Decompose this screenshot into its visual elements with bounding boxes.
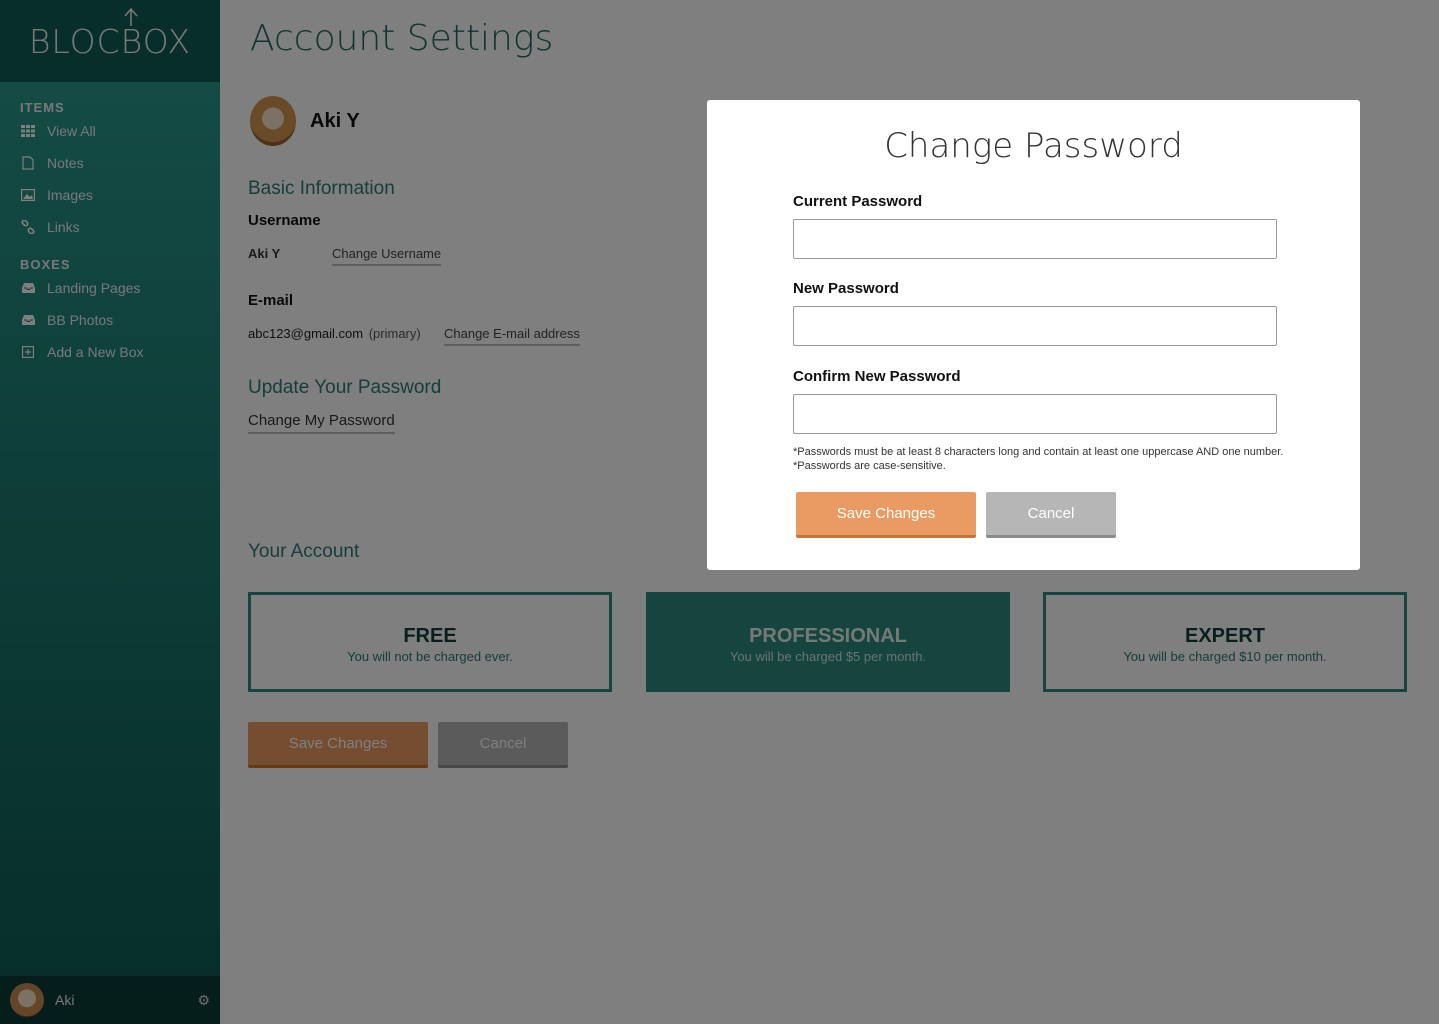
current-password-label: Current Password [793, 193, 923, 210]
password-requirements: *Passwords must be at least 8 characters… [793, 445, 1283, 473]
confirm-password-label: Confirm New Password [793, 368, 961, 385]
modal-save-button[interactable]: Save Changes [796, 492, 976, 538]
modal-cancel-button[interactable]: Cancel [986, 492, 1116, 538]
current-password-field[interactable] [793, 219, 1277, 259]
password-note-length: *Passwords must be at least 8 characters… [793, 446, 1284, 458]
modal-title: Change Password [884, 126, 1183, 166]
change-password-modal: Change Password Current Password New Pas… [707, 100, 1360, 570]
confirm-password-field[interactable] [793, 394, 1277, 434]
new-password-label: New Password [793, 280, 899, 297]
password-note-case: *Passwords are case-sensitive. [793, 460, 946, 472]
new-password-field[interactable] [793, 306, 1277, 346]
